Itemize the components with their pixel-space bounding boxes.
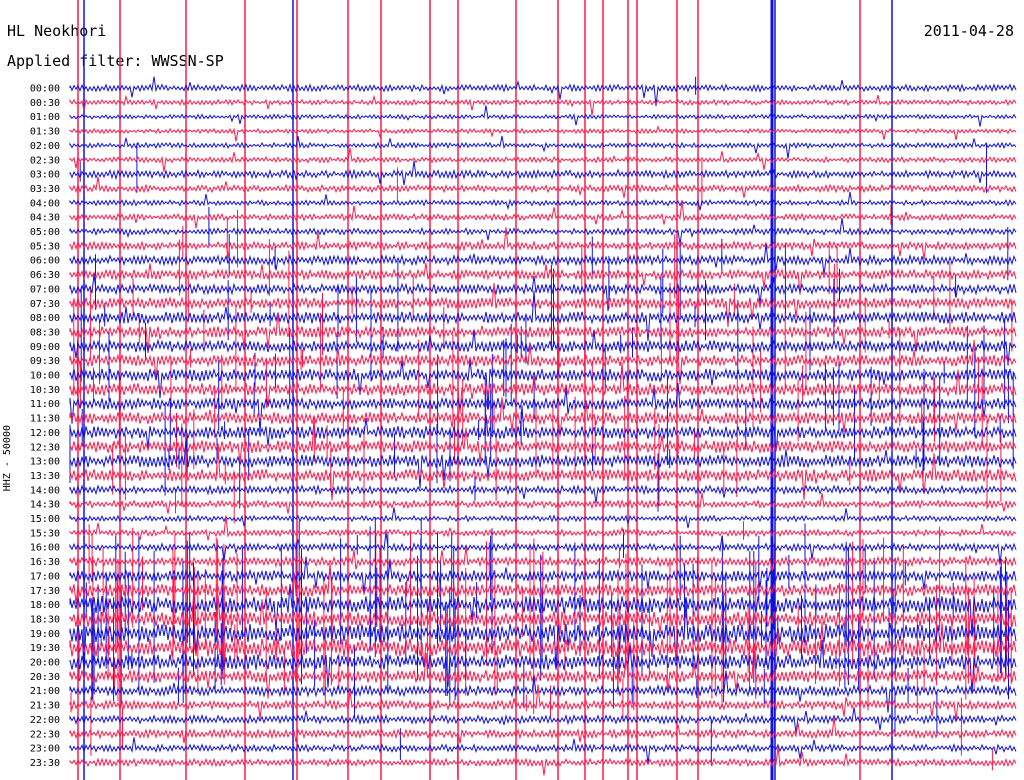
tick-label: 12:00 <box>30 428 60 439</box>
tick-label: 05:30 <box>30 241 60 252</box>
tick-label: 12:30 <box>30 442 60 453</box>
tick-label: 22:00 <box>30 715 60 726</box>
tick-label: 08:00 <box>30 313 60 324</box>
tick-label: 01:00 <box>30 112 60 123</box>
trace-line <box>69 105 1017 127</box>
trace-line <box>69 418 1017 464</box>
tick-label: 14:30 <box>30 500 60 511</box>
tick-label: 09:00 <box>30 342 60 353</box>
tick-label: 21:30 <box>30 701 60 712</box>
tick-label: 13:30 <box>30 471 60 482</box>
trace-line <box>69 125 1017 142</box>
tick-label: 06:30 <box>30 270 60 281</box>
trace-line <box>69 217 1017 244</box>
tick-label: 19:30 <box>30 643 60 654</box>
tick-label: 16:00 <box>30 543 60 554</box>
trace-line <box>69 160 1017 186</box>
trace-line <box>69 135 1017 159</box>
tick-label: 20:30 <box>30 672 60 683</box>
tick-label: 08:30 <box>30 327 60 338</box>
tick-label: 14:00 <box>30 485 60 496</box>
trace-line <box>69 244 1017 275</box>
tick-label: 23:30 <box>30 758 60 769</box>
tick-label: 22:30 <box>30 729 60 740</box>
tick-label: 05:00 <box>30 227 60 238</box>
trace-line <box>69 492 1017 514</box>
tick-label: 11:30 <box>30 414 60 425</box>
tick-label: 15:30 <box>30 528 60 539</box>
tick-label: 00:30 <box>30 98 60 109</box>
tick-label: 06:00 <box>30 256 60 267</box>
tick-label: 10:30 <box>30 385 60 396</box>
helicorder-plot: 00:00 00:30 01:00 01:30 02:00 02:30 03:00 03:30… <box>30 0 1017 780</box>
tick-label: 10:00 <box>30 371 60 382</box>
tick-label: 02:30 <box>30 155 60 166</box>
tick-label: 11:00 <box>30 399 60 410</box>
tick-label: 21:00 <box>30 686 60 697</box>
tick-label: 17:30 <box>30 586 60 597</box>
tick-label: 18:00 <box>30 600 60 611</box>
tick-label: 07:00 <box>30 284 60 295</box>
trace-layer <box>69 76 1017 776</box>
tick-label: 23:00 <box>30 744 60 755</box>
tick-label: 01:30 <box>30 127 60 138</box>
tick-label: 07:30 <box>30 299 60 310</box>
trace-line <box>69 191 1017 211</box>
tick-label: 13:00 <box>30 457 60 468</box>
tick-label: 04:30 <box>30 213 60 224</box>
tick-label-layer: 00:00 00:30 01:00 01:30 02:00 02:30 03:00 03:30… <box>30 84 60 769</box>
tick-label: 18:30 <box>30 614 60 625</box>
trace-line <box>69 507 1017 529</box>
tick-label: 20:00 <box>30 658 60 669</box>
trace-line <box>69 176 1017 198</box>
tick-label: 00:00 <box>30 84 60 95</box>
tick-label: 15:00 <box>30 514 60 525</box>
tick-label: 03:30 <box>30 184 60 195</box>
tick-label: 04:00 <box>30 198 60 209</box>
tick-label: 09:30 <box>30 356 60 367</box>
tick-label: 17:00 <box>30 571 60 582</box>
tick-label: 19:00 <box>30 629 60 640</box>
tick-label: 02:00 <box>30 141 60 152</box>
tick-label: 03:00 <box>30 170 60 181</box>
trace-line <box>69 147 1017 172</box>
tick-label: 16:30 <box>30 557 60 568</box>
trace-line <box>69 94 1017 116</box>
